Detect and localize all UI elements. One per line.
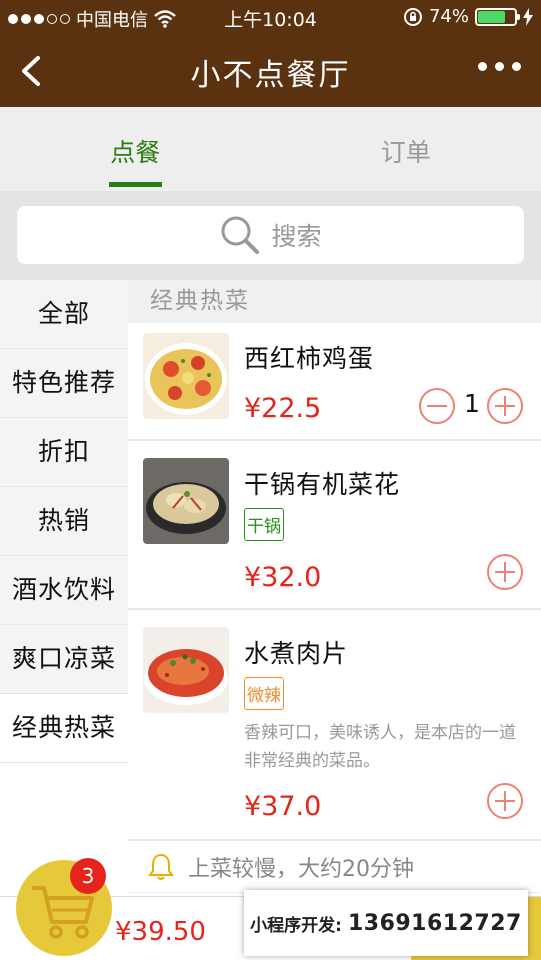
dish-price: ¥22.5	[244, 393, 322, 424]
top-bar: 中国电信 上午10:04 74% 小不点餐厅	[0, 0, 541, 107]
search-area: 搜索	[0, 191, 541, 280]
category-sidebar: 全部 特色推荐 折扣 热销 酒水饮料 爽口凉菜 经典热菜	[0, 280, 128, 960]
category-featured[interactable]: 特色推荐	[0, 349, 128, 418]
tab-order-food[interactable]: 点餐	[0, 107, 271, 191]
section-title: 经典热菜	[128, 280, 541, 323]
dish-item[interactable]: 水煮肉片 微辣 香辣可口，美味诱人，是本店的一道非常经典的菜品。 ¥37.0	[128, 610, 541, 841]
promo-label: 小程序开发:	[250, 915, 342, 936]
bell-icon	[148, 853, 174, 880]
dish-quantity: 1	[464, 389, 480, 418]
dish-name: 西红柿鸡蛋	[244, 344, 375, 373]
cart-total: ¥39.50	[115, 917, 206, 947]
battery-percent: 74%	[428, 6, 469, 27]
dish-price: ¥37.0	[244, 791, 322, 822]
dish-list: 经典热菜 西红柿鸡蛋 ¥22.5 1 干锅有机菜花 干锅 ¥32.0 水煮肉片 …	[128, 280, 541, 960]
charging-icon	[523, 7, 533, 26]
category-classic-hot-dishes[interactable]: 经典热菜	[0, 694, 128, 763]
plus-icon[interactable]	[486, 782, 524, 820]
dish-tag: 干锅	[244, 508, 284, 541]
dish-name: 水煮肉片	[244, 639, 349, 668]
category-cold-dishes[interactable]: 爽口凉菜	[0, 625, 128, 694]
page-title: 小不点餐厅	[190, 58, 351, 93]
dish-description: 香辣可口，美味诱人，是本店的一道非常经典的菜品。	[244, 723, 516, 771]
dish-name: 干锅有机菜花	[244, 470, 401, 499]
dish-item[interactable]: 西红柿鸡蛋 ¥22.5 1	[128, 323, 541, 441]
search-placeholder: 搜索	[271, 222, 322, 251]
minus-icon[interactable]	[418, 387, 456, 425]
search-icon	[221, 216, 260, 254]
status-bar: 中国电信 上午10:04 74%	[0, 0, 541, 34]
dish-photo	[143, 333, 229, 419]
more-options-icon[interactable]	[478, 62, 521, 71]
dish-tag: 微辣	[244, 677, 284, 710]
tab-bar: 点餐 订单	[0, 107, 541, 191]
dish-price: ¥32.0	[244, 562, 322, 593]
tab-orders[interactable]: 订单	[271, 107, 541, 191]
category-drinks[interactable]: 酒水饮料	[0, 556, 128, 625]
search-input[interactable]: 搜索	[17, 206, 524, 264]
notice-bar: 上菜较慢，大约20分钟	[128, 841, 541, 893]
category-hot-sale[interactable]: 热销	[0, 487, 128, 556]
plus-icon[interactable]	[486, 553, 524, 591]
notice-text: 上菜较慢，大约20分钟	[188, 856, 414, 882]
cart-count-badge: 3	[70, 858, 106, 894]
plus-icon[interactable]	[486, 387, 524, 425]
orientation-lock-icon	[403, 7, 422, 26]
dish-item[interactable]: 干锅有机菜花 干锅 ¥32.0	[128, 441, 541, 610]
promo-phone: 13691612727	[347, 910, 522, 936]
category-all[interactable]: 全部	[0, 280, 128, 349]
dish-photo	[143, 627, 229, 713]
promo-banner: 小程序开发: 13691612727	[244, 890, 528, 956]
dish-photo	[143, 458, 229, 544]
category-discount[interactable]: 折扣	[0, 418, 128, 487]
battery-icon	[475, 7, 520, 26]
